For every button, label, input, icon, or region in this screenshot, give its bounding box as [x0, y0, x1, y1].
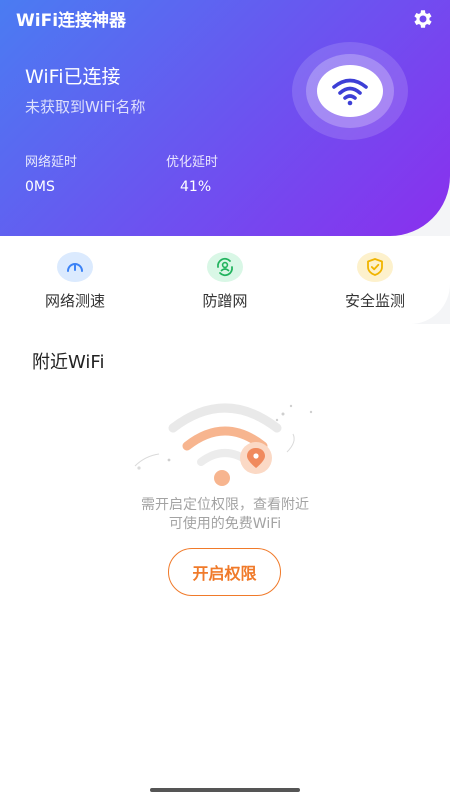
- location-wifi-illustration: [134, 403, 313, 486]
- location-permission-hint-line2: 可使用的免费WiFi: [168, 516, 282, 532]
- nearby-wifi-section: 附近WiFi 需开启定位权限，查看附近 可使用的免费WiFi 开启权限: [0, 324, 450, 800]
- feature-security-check-label: 安全监测: [344, 292, 405, 310]
- wifi-badge-ring: [306, 54, 394, 128]
- location-permission-hint-line1: 需开启定位权限，查看附近: [141, 497, 309, 513]
- speedometer-icon: [57, 252, 93, 282]
- nearby-wifi-title: 附近WiFi: [32, 352, 105, 373]
- feature-anti-leech[interactable]: 防蹭网: [150, 236, 300, 324]
- home-indicator[interactable]: [150, 788, 300, 792]
- latency-value: 0MS: [25, 179, 55, 195]
- gear-icon[interactable]: [411, 7, 435, 31]
- shield-user-icon: [207, 252, 243, 282]
- connection-status-subtitle: 未获取到WiFi名称: [25, 98, 146, 116]
- wifi-icon: [332, 78, 368, 106]
- feature-anti-leech-label: 防蹭网: [202, 292, 248, 310]
- header-hero: WiFi连接神器 WiFi已连接 未获取到WiFi名称 网络延时 0MS 优化延…: [0, 0, 450, 236]
- latency-label: 网络延时: [25, 155, 78, 170]
- feature-security-check[interactable]: 安全监测: [300, 236, 450, 324]
- feature-speed-test-label: 网络测速: [44, 292, 105, 310]
- connection-status-title: WiFi已连接: [25, 66, 121, 88]
- optimized-latency-label: 优化延时: [166, 155, 219, 170]
- feature-speed-test[interactable]: 网络测速: [0, 236, 150, 324]
- wifi-status-badge: [292, 42, 408, 140]
- app-title: WiFi连接神器: [16, 11, 127, 31]
- optimized-latency-value: 41%: [180, 179, 212, 195]
- enable-permission-button[interactable]: 开启权限: [168, 548, 281, 596]
- wifi-badge-core: [317, 65, 383, 117]
- shield-check-icon: [357, 252, 393, 282]
- feature-bar: 网络测速 防蹭网 安全监测: [0, 236, 450, 324]
